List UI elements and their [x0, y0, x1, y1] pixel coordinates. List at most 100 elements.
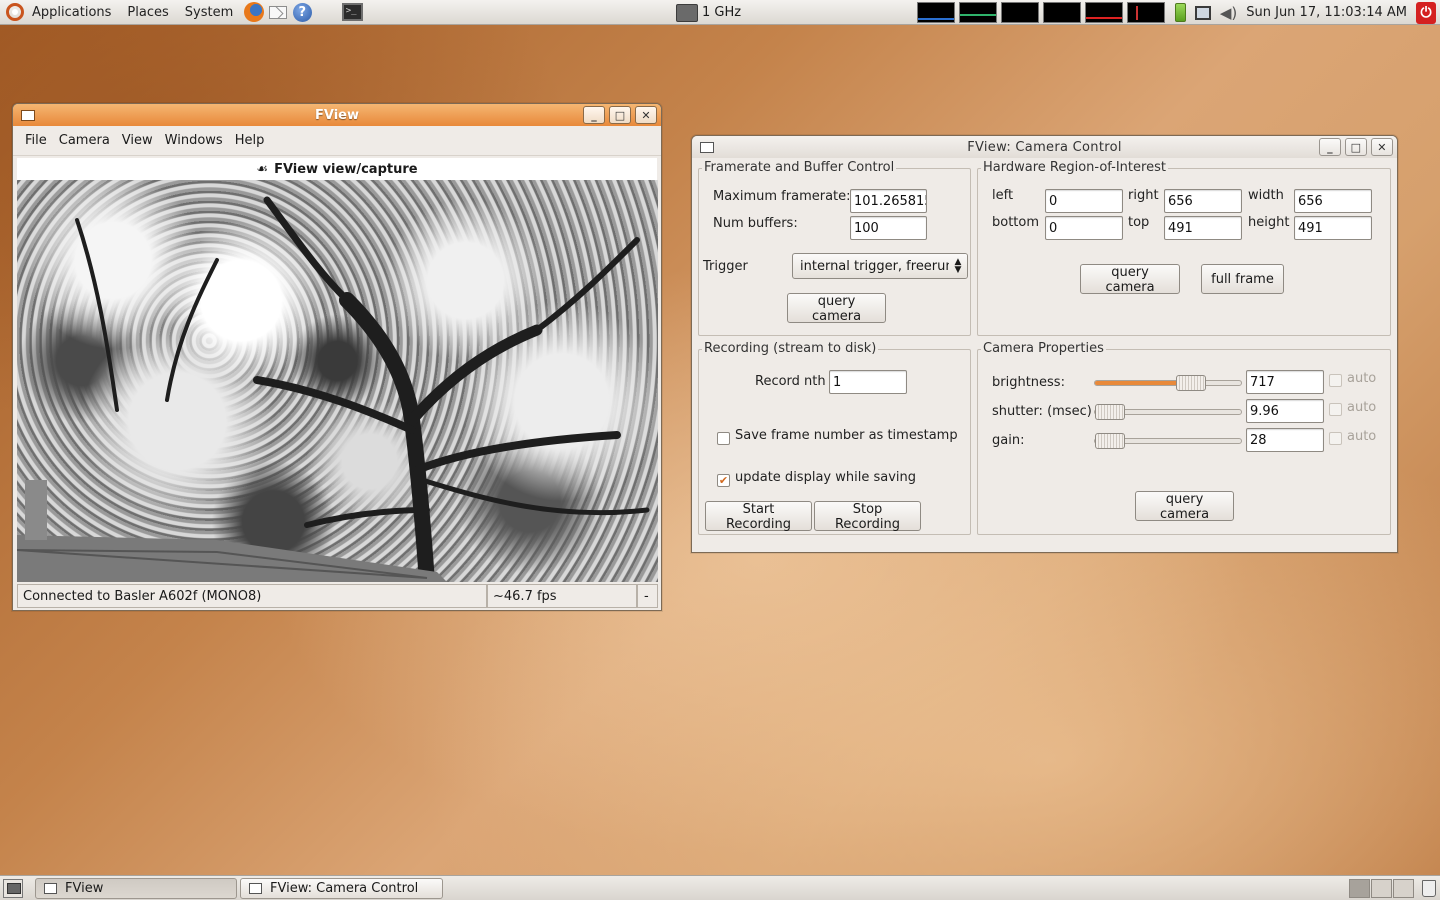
update-display-checkbox[interactable]: ✔	[717, 474, 730, 487]
camctl-title: FView: Camera Control	[967, 139, 1122, 155]
camera-view-image[interactable]	[17, 180, 658, 582]
camera-icon: ☙	[256, 161, 269, 177]
fview-window: FView _ □ ✕ File Camera View Windows Hel…	[12, 103, 662, 611]
shutter-field[interactable]	[1246, 399, 1324, 423]
menu-file[interactable]: File	[19, 133, 53, 148]
taskbar-fview-label: FView	[65, 881, 104, 896]
roi-top-field[interactable]	[1164, 216, 1242, 240]
status-connection: Connected to Basler A602f (MONO8)	[17, 584, 487, 608]
workspace-1[interactable]	[1349, 879, 1370, 898]
menu-windows[interactable]: Windows	[159, 133, 229, 148]
gain-auto-label: auto	[1347, 429, 1377, 444]
clock[interactable]: Sun Jun 17, 11:03:14 AM	[1246, 5, 1407, 20]
monitor-swap	[1043, 2, 1081, 23]
properties-query-camera-button[interactable]: query camera	[1135, 491, 1234, 522]
trigger-label: Trigger	[703, 259, 748, 274]
workspace-3[interactable]	[1393, 879, 1414, 898]
places-menu[interactable]: Places	[119, 0, 176, 25]
window-menu-icon[interactable]	[21, 110, 35, 121]
fview-menubar: File Camera View Windows Help	[13, 126, 661, 156]
firefox-launcher[interactable]	[243, 1, 265, 23]
menu-view[interactable]: View	[116, 133, 159, 148]
monitor-cpu	[917, 2, 955, 23]
trigger-select[interactable]: internal trigger, freerun ▲ ▼	[792, 253, 968, 279]
cpu-chip-icon	[676, 3, 698, 22]
help-icon: ?	[292, 2, 312, 22]
close-button[interactable]: ✕	[635, 106, 657, 124]
fview-title: FView	[315, 107, 359, 123]
mail-launcher[interactable]	[267, 1, 289, 23]
trash-icon[interactable]	[1422, 880, 1436, 897]
workspace-switcher[interactable]	[1349, 879, 1414, 898]
network-icon[interactable]	[1194, 5, 1211, 20]
camctl-titlebar[interactable]: FView: Camera Control _ □ ✕	[692, 136, 1397, 158]
roi-left-field[interactable]	[1045, 189, 1123, 213]
full-frame-button[interactable]: full frame	[1201, 264, 1284, 294]
minimize-button[interactable]: _	[1319, 138, 1341, 156]
cpu-frequency-text: 1 GHz	[702, 5, 742, 20]
workspace-2[interactable]	[1371, 879, 1392, 898]
cpu-frequency-applet[interactable]: 1 GHz	[676, 0, 741, 25]
system-monitor[interactable]	[917, 2, 1165, 23]
max-framerate-label: Maximum framerate:	[713, 189, 851, 204]
close-button[interactable]: ✕	[1371, 138, 1393, 156]
start-recording-button[interactable]: Start Recording	[705, 501, 812, 532]
shutter-auto-checkbox[interactable]	[1329, 403, 1342, 416]
roi-bottom-field[interactable]	[1045, 216, 1123, 240]
show-desktop-icon[interactable]	[3, 879, 23, 898]
taskbar-fview[interactable]: FView	[35, 878, 237, 899]
fview-statusbar: Connected to Basler A602f (MONO8) ~46.7 …	[17, 584, 658, 608]
save-frame-number-label: Save frame number as timestamp	[735, 428, 958, 443]
ubuntu-logo-icon[interactable]	[6, 3, 24, 21]
battery-icon[interactable]	[1174, 3, 1186, 22]
maximize-button[interactable]: □	[609, 106, 631, 124]
fview-titlebar[interactable]: FView _ □ ✕	[13, 104, 661, 126]
gain-field[interactable]	[1246, 428, 1324, 452]
monitor-net	[1001, 2, 1039, 23]
shutter-label: shutter: (msec)	[992, 404, 1092, 419]
applications-menu[interactable]: Applications	[24, 0, 119, 25]
minimize-button[interactable]: _	[583, 106, 605, 124]
maximize-button[interactable]: □	[1345, 138, 1367, 156]
menu-help[interactable]: Help	[229, 133, 271, 148]
roi-width-field[interactable]	[1294, 189, 1372, 213]
camera-control-window: FView: Camera Control _ □ ✕ Framerate an…	[691, 135, 1398, 553]
roi-left-label: left	[992, 188, 1014, 203]
gain-auto-checkbox[interactable]	[1329, 432, 1342, 445]
roi-right-field[interactable]	[1164, 189, 1242, 213]
shutter-slider[interactable]	[1094, 404, 1242, 420]
update-display-label: update display while saving	[735, 470, 916, 485]
camera-properties-frame: Camera Properties brightness: auto shutt…	[977, 341, 1391, 535]
volume-icon[interactable]: ◀)	[1220, 4, 1237, 22]
recording-frame: Recording (stream to disk) Record nth Sa…	[698, 341, 971, 535]
brightness-auto-checkbox[interactable]	[1329, 374, 1342, 387]
tree-silhouette	[17, 196, 650, 582]
framerate-query-camera-button[interactable]: query camera	[787, 293, 886, 324]
num-buffers-field[interactable]	[850, 216, 927, 240]
taskbar-camera-control[interactable]: FView: Camera Control	[240, 878, 443, 899]
brightness-slider[interactable]	[1094, 375, 1242, 391]
terminal-icon: >_	[341, 3, 363, 21]
roi-height-field[interactable]	[1294, 216, 1372, 240]
brightness-slider-knob[interactable]	[1176, 375, 1206, 391]
roi-query-camera-button[interactable]: query camera	[1080, 264, 1180, 295]
record-nth-label: Record nth	[755, 374, 826, 389]
system-menu[interactable]: System	[177, 0, 241, 25]
brightness-label: brightness:	[992, 375, 1065, 390]
power-icon[interactable]: ⏻	[1416, 1, 1436, 24]
terminal-launcher[interactable]: >_	[341, 1, 363, 23]
brightness-field[interactable]	[1246, 370, 1324, 394]
shutter-slider-knob[interactable]	[1095, 404, 1125, 420]
resize-grip[interactable]: -	[637, 584, 658, 608]
notification-area: ◀) Sun Jun 17, 11:03:14 AM ⏻	[1174, 0, 1440, 25]
window-menu-icon[interactable]	[700, 142, 714, 153]
menu-camera[interactable]: Camera	[53, 133, 116, 148]
capture-title: FView view/capture	[274, 161, 418, 177]
stop-recording-button[interactable]: Stop Recording	[814, 501, 921, 532]
record-nth-field[interactable]	[829, 370, 907, 394]
gain-slider-knob[interactable]	[1095, 433, 1125, 449]
max-framerate-field[interactable]	[850, 189, 927, 213]
save-frame-number-checkbox[interactable]	[717, 432, 730, 445]
help-launcher[interactable]: ?	[291, 1, 313, 23]
gain-slider[interactable]	[1094, 433, 1242, 449]
